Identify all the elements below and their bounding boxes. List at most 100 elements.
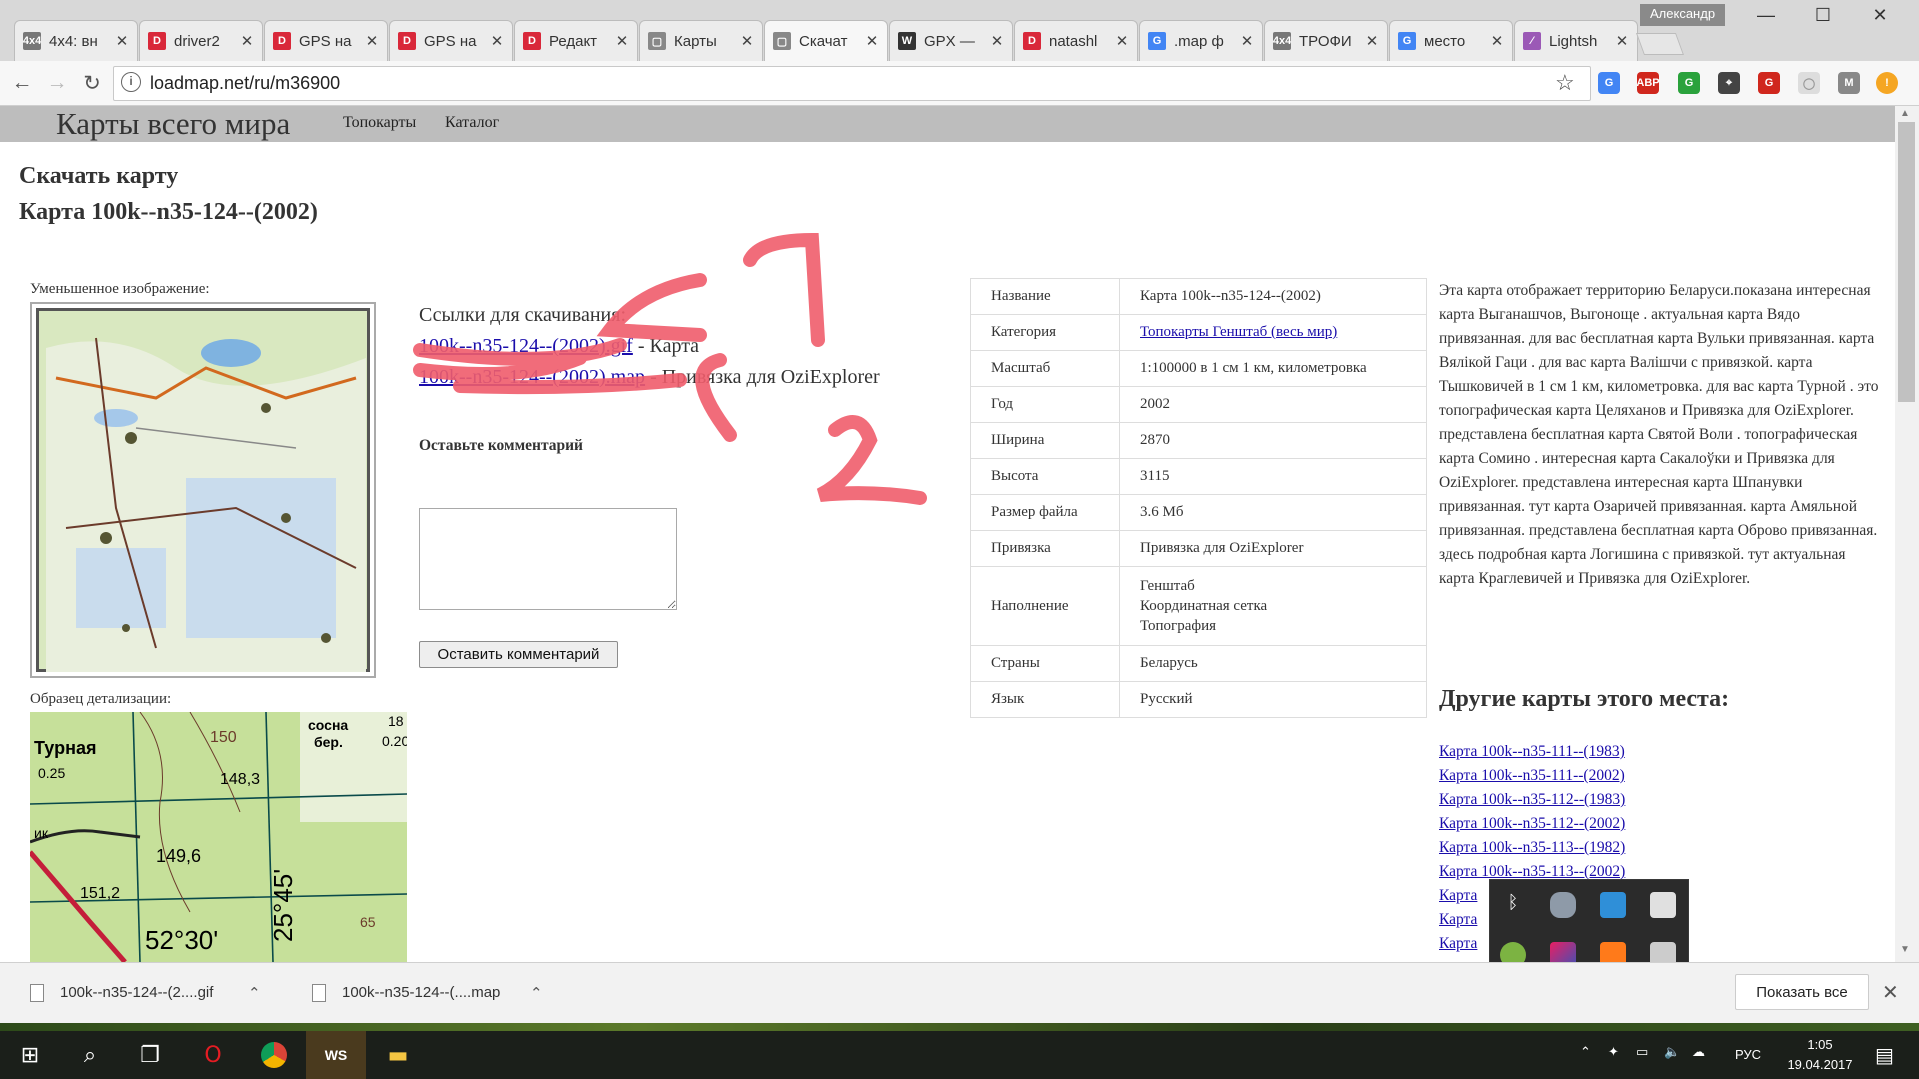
- info-row: Масштаб 1:100000 в 1 см 1 км, километровк…: [970, 350, 1427, 387]
- close-tab-icon[interactable]: ✕: [1615, 32, 1629, 50]
- mail-checker-extension-icon[interactable]: G: [1758, 72, 1780, 94]
- gif-download-link[interactable]: 100k--n35-124--(2002).gif: [419, 335, 633, 357]
- opera-icon[interactable]: O: [183, 1031, 243, 1079]
- reload-icon[interactable]: ↻: [78, 71, 106, 97]
- gmail-extension-icon[interactable]: M: [1838, 72, 1860, 94]
- language-indicator[interactable]: РУС: [1735, 1047, 1761, 1062]
- browser-tab[interactable]: ⁄ Lightsh ✕: [1514, 20, 1638, 61]
- info-icon[interactable]: i: [121, 72, 141, 92]
- scroll-up-icon[interactable]: ▲: [1900, 108, 1910, 119]
- info-value: Генштаб Координатная сетка Топография: [1119, 566, 1427, 646]
- browser-tab[interactable]: Ddriver2 ✕: [139, 20, 263, 61]
- comment-textarea[interactable]: [419, 508, 677, 610]
- browser-tab[interactable]: D Редакт ✕: [514, 20, 638, 61]
- translate-extension-icon[interactable]: G: [1598, 72, 1620, 94]
- minimize-icon[interactable]: —: [1751, 5, 1781, 31]
- sync-icon[interactable]: ☁: [1692, 1045, 1705, 1060]
- close-tab-icon[interactable]: ✕: [740, 32, 754, 50]
- browser-tab[interactable]: D GPS на ✕: [389, 20, 513, 61]
- chrome-icon[interactable]: [244, 1031, 304, 1079]
- chevron-up-icon[interactable]: ⌃: [248, 984, 261, 1002]
- other-map-link[interactable]: Карта 100k--n35-112--(1983): [1439, 791, 1625, 808]
- start-windows-icon[interactable]: ⊞: [0, 1031, 60, 1079]
- close-window-icon[interactable]: ✕: [1865, 5, 1895, 31]
- nav-topomaps[interactable]: Топокарты: [343, 114, 416, 132]
- close-tab-icon[interactable]: ✕: [865, 32, 879, 50]
- other-map-link[interactable]: Карта: [1439, 911, 1477, 928]
- grammar-extension-icon[interactable]: G: [1678, 72, 1700, 94]
- system-clock[interactable]: 1:05 19.04.2017: [1780, 1035, 1860, 1075]
- other-map-link[interactable]: Карта 100k--n35-111--(2002): [1439, 767, 1625, 784]
- map-thumbnail[interactable]: [30, 302, 376, 678]
- nav-catalog[interactable]: Каталог: [445, 114, 499, 132]
- adblock-extension-icon[interactable]: ABP: [1636, 72, 1660, 94]
- map-download-link[interactable]: 100k--n35-124--(2002).map: [419, 366, 645, 388]
- close-tab-icon[interactable]: ✕: [365, 32, 379, 50]
- other-map-link[interactable]: Карта: [1439, 935, 1477, 952]
- back-icon[interactable]: ←: [8, 71, 36, 97]
- download-item-map[interactable]: 100k--n35-124--(....map ⌃: [312, 962, 543, 1023]
- submit-comment-button[interactable]: Оставить комментарий: [419, 641, 618, 668]
- close-download-shelf-icon[interactable]: ✕: [1882, 980, 1899, 1005]
- removable-device-icon[interactable]: [1650, 892, 1676, 918]
- webstorm-icon[interactable]: WS: [306, 1031, 366, 1079]
- tab-label: ТРОФИ: [1299, 32, 1352, 50]
- maximize-icon[interactable]: ☐: [1808, 5, 1838, 31]
- battery-icon[interactable]: ▭: [1636, 1045, 1648, 1060]
- profile-name[interactable]: Александр: [1640, 4, 1726, 26]
- bluetooth-icon[interactable]: ᛒ: [1500, 892, 1526, 918]
- volume-icon[interactable]: 🔈: [1664, 1045, 1680, 1060]
- download-item-gif[interactable]: 100k--n35-124--(2....gif ⌃: [30, 962, 261, 1023]
- dropbox-icon[interactable]: ✦: [1608, 1045, 1619, 1060]
- browser-tab[interactable]: ▢ Карты ✕: [639, 20, 763, 61]
- close-tab-icon[interactable]: ✕: [115, 32, 129, 50]
- forward-icon[interactable]: →: [43, 71, 71, 97]
- browser-tab[interactable]: D GPS на ✕: [264, 20, 388, 61]
- show-all-downloads-button[interactable]: Показать все: [1735, 974, 1869, 1010]
- close-tab-icon[interactable]: ✕: [1490, 32, 1504, 50]
- new-tab-button[interactable]: [1635, 33, 1685, 55]
- browser-tab[interactable]: Gместо ✕: [1389, 20, 1513, 61]
- scroll-down-icon[interactable]: ▼: [1900, 944, 1910, 955]
- other-map-link[interactable]: Карта 100k--n35-112--(2002): [1439, 815, 1625, 832]
- gif-link-row: 100k--n35-124--(2002).gif - Карта: [419, 335, 699, 358]
- network-app-icon[interactable]: [1600, 892, 1626, 918]
- info-value-line: Топография: [1140, 618, 1217, 634]
- location-extension-icon[interactable]: ⌖: [1718, 72, 1740, 94]
- detail-text: бер.: [314, 734, 343, 750]
- task-view-icon[interactable]: ❐: [120, 1031, 180, 1079]
- bookmark-star-icon[interactable]: ☆: [1555, 70, 1575, 96]
- close-tab-icon[interactable]: ✕: [1115, 32, 1129, 50]
- close-tab-icon[interactable]: ✕: [1240, 32, 1254, 50]
- browser-tab[interactable]: Dnatashl ✕: [1014, 20, 1138, 61]
- close-tab-icon[interactable]: ✕: [490, 32, 504, 50]
- category-link[interactable]: Топокарты Генштаб (весь мир): [1140, 324, 1337, 340]
- browser-tab[interactable]: 4x4 ТРОФИ ✕: [1264, 20, 1388, 61]
- browser-tab[interactable]: 4x4 4x4: вн ✕: [14, 20, 138, 61]
- other-map-link[interactable]: Карта 100k--n35-111--(1983): [1439, 743, 1625, 760]
- chevron-up-icon[interactable]: ⌃: [530, 984, 543, 1002]
- info-row: Год 2002: [970, 386, 1427, 423]
- alert-extension-icon[interactable]: !: [1876, 72, 1898, 94]
- other-map-link[interactable]: Карта 100k--n35-113--(1982): [1439, 839, 1625, 856]
- close-tab-icon[interactable]: ✕: [990, 32, 1004, 50]
- close-tab-icon[interactable]: ✕: [1365, 32, 1379, 50]
- search-icon[interactable]: ⌕: [60, 1031, 120, 1079]
- other-map-link[interactable]: Карта: [1439, 887, 1477, 904]
- url-text[interactable]: loadmap.net/ru/m36900: [150, 73, 340, 94]
- browser-tab[interactable]: W GPX — ✕: [889, 20, 1013, 61]
- scrollbar-thumb[interactable]: [1898, 122, 1915, 402]
- onedrive-icon[interactable]: [1550, 892, 1576, 918]
- notifications-icon[interactable]: ▤: [1875, 1043, 1894, 1067]
- detail-sample-image[interactable]: Турная 0.25 сосна бер. 18 0.20 150 148,3…: [30, 712, 407, 962]
- close-tab-icon[interactable]: ✕: [240, 32, 254, 50]
- tray-chevron-up-icon[interactable]: ⌃: [1580, 1045, 1591, 1060]
- browser-tab[interactable]: G .map ф ✕: [1139, 20, 1263, 61]
- other-map-link[interactable]: Карта 100k--n35-113--(2002): [1439, 863, 1625, 880]
- close-tab-icon[interactable]: ✕: [615, 32, 629, 50]
- browser-tab[interactable]: ▢ Скачат ✕: [764, 20, 888, 61]
- disabled-extension-icon[interactable]: ◯: [1798, 72, 1820, 94]
- site-title[interactable]: Карты всего мира: [56, 106, 290, 142]
- file-explorer-icon[interactable]: ▬: [368, 1031, 428, 1079]
- info-row: Ширина 2870: [970, 422, 1427, 459]
